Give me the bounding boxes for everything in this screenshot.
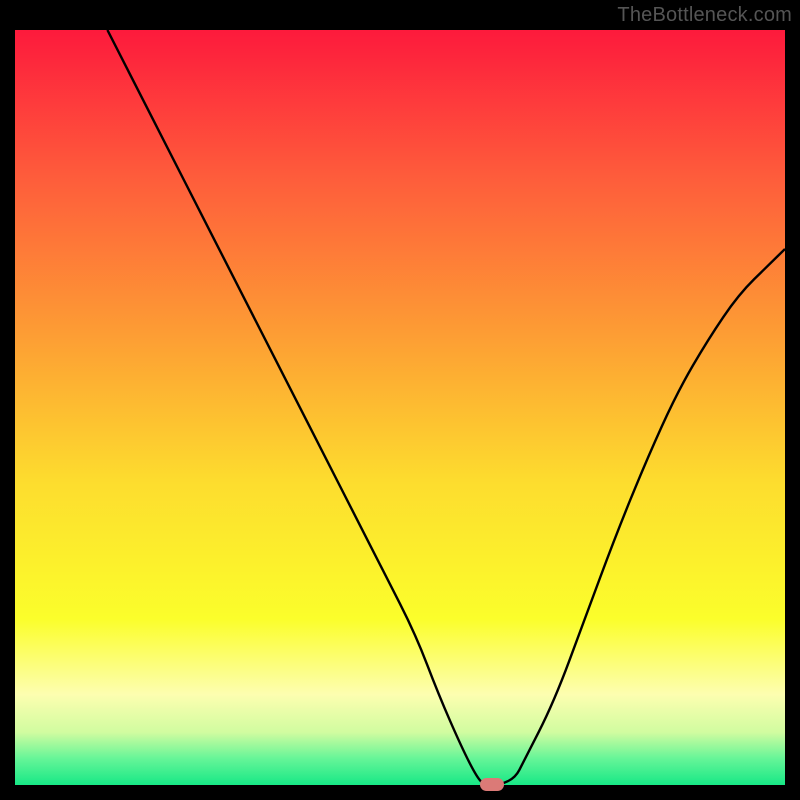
curve-path [107,30,785,785]
optimal-marker [480,778,504,791]
attribution-text: TheBottleneck.com [617,4,792,27]
plot-area [15,30,785,785]
bottleneck-curve [15,30,785,785]
